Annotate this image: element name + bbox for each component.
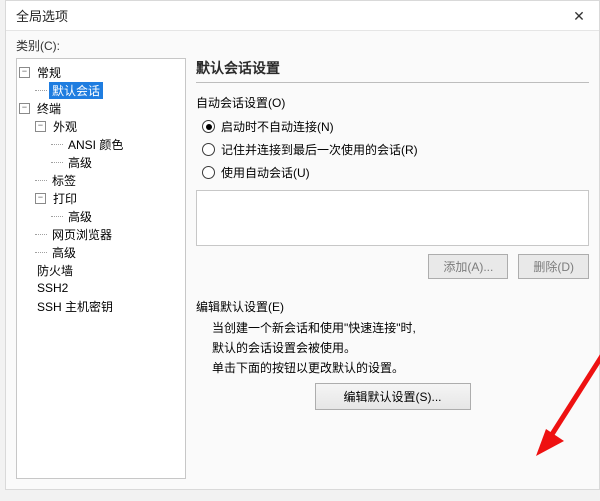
collapse-icon[interactable]: −	[35, 121, 46, 132]
tree-node-ansi-color[interactable]: ANSI 颜色	[65, 136, 126, 153]
radio-icon	[202, 143, 215, 156]
radio-label: 使用自动会话(U)	[221, 164, 310, 181]
edit-desc-line: 当创建一个新会话和使用"快速连接"时,	[212, 319, 589, 337]
tree-node-appearance[interactable]: 外观	[50, 118, 80, 135]
tree-node-general[interactable]: 常规	[34, 64, 64, 81]
tree-node-tabs[interactable]: 标签	[49, 172, 79, 189]
tree-node-term-advanced[interactable]: 高级	[49, 244, 79, 261]
tree-node-ssh2[interactable]: SSH2	[34, 281, 71, 295]
collapse-icon[interactable]: −	[19, 67, 30, 78]
window-title: 全局选项	[16, 6, 68, 25]
category-label: 类别(C):	[16, 37, 589, 54]
tree-node-print[interactable]: 打印	[50, 190, 80, 207]
section-title: 默认会话设置	[196, 58, 589, 83]
titlebar: 全局选项 ✕	[6, 1, 599, 31]
options-window: 全局选项 ✕ 类别(C): −常规 默认会话 −终端 −外观 ANSI 颜色 高…	[5, 0, 600, 490]
edit-default-label: 编辑默认设置(E)	[196, 298, 589, 315]
close-icon[interactable]: ✕	[567, 4, 591, 28]
tree-node-default-session[interactable]: 默认会话	[49, 82, 103, 99]
collapse-icon[interactable]: −	[35, 193, 46, 204]
radio-icon	[202, 120, 215, 133]
category-tree[interactable]: −常规 默认会话 −终端 −外观 ANSI 颜色 高级 标签 −打印 高级 网页…	[16, 58, 186, 479]
tree-connector	[35, 90, 47, 91]
delete-button[interactable]: 删除(D)	[518, 254, 589, 279]
tree-node-advanced[interactable]: 高级	[65, 154, 95, 171]
radio-icon	[202, 166, 215, 179]
tree-node-webbrowser[interactable]: 网页浏览器	[49, 226, 115, 243]
add-button[interactable]: 添加(A)...	[428, 254, 508, 279]
tree-node-terminal[interactable]: 终端	[34, 100, 64, 117]
auto-session-listbox[interactable]	[196, 190, 589, 246]
radio-no-autoconnect[interactable]: 启动时不自动连接(N)	[202, 118, 589, 135]
tree-node-firewall[interactable]: 防火墙	[34, 262, 76, 279]
radio-label: 记住并连接到最后一次使用的会话(R)	[221, 141, 418, 158]
edit-default-button[interactable]: 编辑默认设置(S)...	[315, 383, 471, 410]
edit-desc-line: 默认的会话设置会被使用。	[212, 339, 589, 357]
auto-session-label: 自动会话设置(O)	[196, 94, 589, 111]
tree-node-print-advanced[interactable]: 高级	[65, 208, 95, 225]
tree-node-ssh-hostkey[interactable]: SSH 主机密钥	[34, 298, 116, 315]
collapse-icon[interactable]: −	[19, 103, 30, 114]
edit-desc-line: 单击下面的按钮以更改默认的设置。	[212, 359, 589, 377]
radio-use-auto[interactable]: 使用自动会话(U)	[202, 164, 589, 181]
radio-remember-last[interactable]: 记住并连接到最后一次使用的会话(R)	[202, 141, 589, 158]
radio-label: 启动时不自动连接(N)	[221, 118, 334, 135]
